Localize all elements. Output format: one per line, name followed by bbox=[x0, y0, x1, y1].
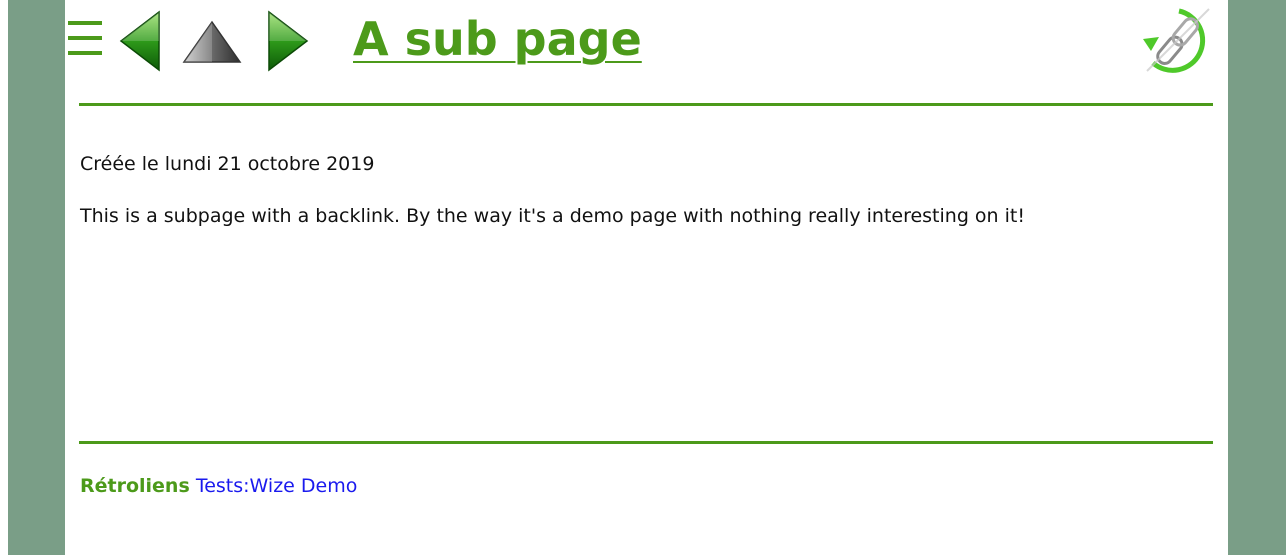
next-page-arrow-icon[interactable] bbox=[267, 10, 309, 72]
backlink-chain-logo-icon[interactable] bbox=[1139, 5, 1215, 77]
right-side-panel bbox=[1228, 0, 1286, 555]
page-body-text: This is a subpage with a backlink. By th… bbox=[80, 205, 1025, 227]
backlinks-footer: Rétroliens Tests:Wize Demo bbox=[80, 474, 357, 498]
backlink-link[interactable]: Tests:Wize Demo bbox=[196, 475, 358, 497]
footer-divider bbox=[79, 441, 1213, 444]
creation-date: Créée le lundi 21 octobre 2019 bbox=[80, 153, 375, 175]
header: A sub page bbox=[65, 0, 1228, 80]
header-divider bbox=[79, 103, 1213, 106]
previous-page-arrow-icon[interactable] bbox=[119, 10, 161, 72]
left-side-panel bbox=[8, 0, 65, 555]
page: A sub page Créée le lundi 21 octobre 201… bbox=[65, 0, 1228, 555]
hamburger-menu-icon[interactable] bbox=[68, 20, 102, 56]
backlinks-label: Rétroliens bbox=[80, 475, 190, 497]
up-page-arrow-icon[interactable] bbox=[182, 20, 242, 64]
page-title[interactable]: A sub page bbox=[353, 8, 642, 70]
